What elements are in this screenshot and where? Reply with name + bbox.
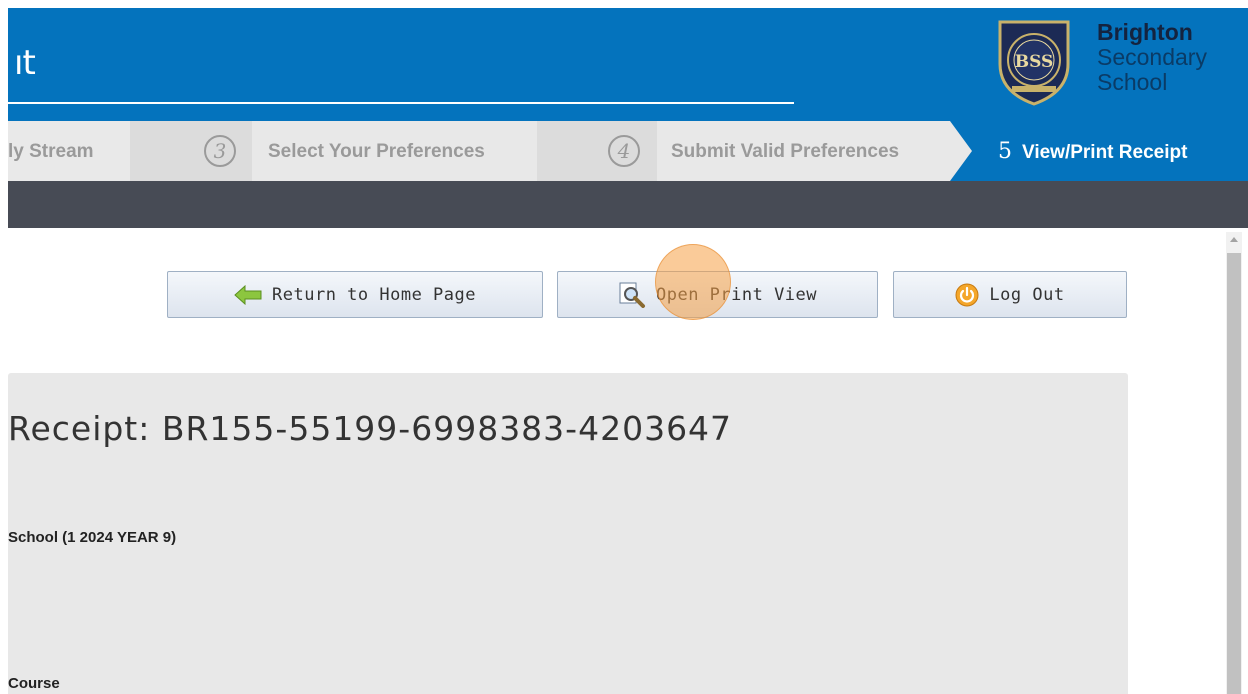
receipt-title: Receipt: BR155-55199-6998383-4203647 xyxy=(8,409,733,448)
progress-steps: ly Stream 3 Select Your Preferences 4 Su… xyxy=(8,121,1248,181)
nav-bar xyxy=(8,181,1248,228)
log-out-button[interactable]: Log Out xyxy=(893,271,1127,318)
school-name-line2: Secondary xyxy=(1097,44,1207,70)
scroll-up-icon[interactable] xyxy=(1226,232,1242,248)
school-year-label: School (1 2024 YEAR 9) xyxy=(8,529,177,546)
power-icon xyxy=(955,283,979,306)
step-3-number: 3 xyxy=(204,135,236,167)
step-2-label[interactable]: ly Stream xyxy=(8,141,94,163)
open-print-view-button[interactable]: Open Print View xyxy=(557,271,878,318)
step-5-label[interactable]: 5 View/Print Receipt xyxy=(998,139,1187,164)
return-home-label: Return to Home Page xyxy=(272,284,476,305)
step-5-text: View/Print Receipt xyxy=(1022,142,1188,163)
crest-monogram: BSS xyxy=(1015,52,1054,72)
magnifier-icon xyxy=(619,282,645,308)
school-name-line1: Brighton xyxy=(1097,19,1193,45)
log-out-label: Log Out xyxy=(989,284,1065,305)
step-4-number: 4 xyxy=(608,135,640,167)
open-print-view-label: Open Print View xyxy=(655,284,818,305)
page-title: ıt xyxy=(14,43,36,83)
school-name: Brighton Secondary School xyxy=(1097,20,1207,95)
scrollbar-thumb[interactable] xyxy=(1227,253,1241,694)
step-4-label[interactable]: Submit Valid Preferences xyxy=(671,141,899,163)
app-header: ıt BSS Brighton Secondary School xyxy=(8,8,1248,121)
course-label: Course xyxy=(8,675,60,692)
receipt-panel: Receipt: BR155-55199-6998383-4203647 Sch… xyxy=(8,373,1128,694)
school-name-line3: School xyxy=(1097,69,1168,95)
step-5-number: 5 xyxy=(998,139,1012,164)
return-home-button[interactable]: Return to Home Page xyxy=(167,271,543,318)
arrow-left-icon xyxy=(234,284,262,305)
title-underline xyxy=(8,102,794,104)
step-3-label[interactable]: Select Your Preferences xyxy=(268,141,485,163)
school-crest-icon: BSS xyxy=(998,20,1070,106)
step-chevron xyxy=(950,121,972,181)
